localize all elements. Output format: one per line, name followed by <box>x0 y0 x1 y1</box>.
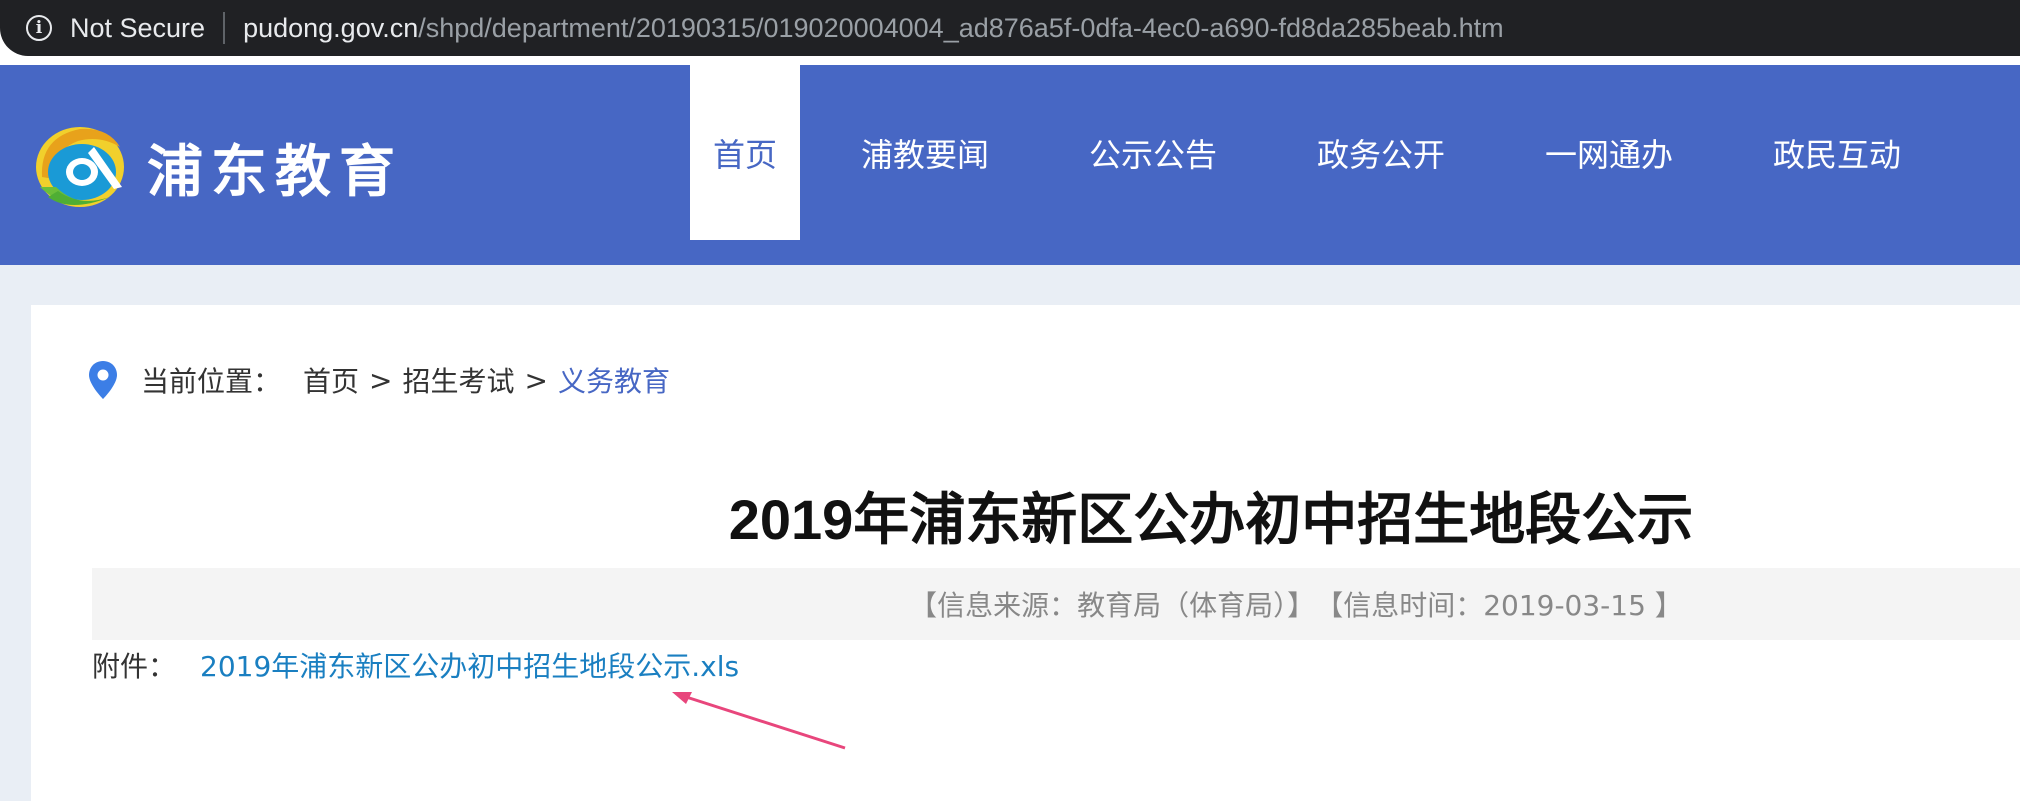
breadcrumb-compulsory-education[interactable]: 义务教育 <box>558 360 670 400</box>
nav-announcements[interactable]: 公示公告 <box>1050 65 1256 240</box>
site-header: 浦东教育 首页 浦教要闻 公示公告 政务公开 一网通办 政民互动 <box>0 65 2020 265</box>
breadcrumb-label: 当前位置： <box>141 365 282 398</box>
breadcrumb-enrollment-exams[interactable]: 招生考试 <box>403 360 515 400</box>
breadcrumb-home[interactable]: 首页 <box>303 360 359 400</box>
article-title: 2019年浦东新区公办初中招生地段公示 <box>728 488 1694 551</box>
nav-government-affairs[interactable]: 政务公开 <box>1256 65 1506 240</box>
breadcrumb-separator: > <box>369 363 393 397</box>
security-status[interactable]: Not Secure <box>70 13 205 44</box>
nav-pujiao-news[interactable]: 浦教要闻 <box>800 65 1050 240</box>
nav-home[interactable]: 首页 <box>690 65 800 240</box>
breadcrumb-separator: > <box>524 363 548 397</box>
info-source: 【信息来源：教育局（体育局）】 <box>909 589 1316 622</box>
pudong-education-logo-icon[interactable] <box>30 117 130 212</box>
omnibox-divider <box>223 12 226 44</box>
article-container: 当前位置： 首页 > 招生考试 > 义务教育 2019年浦东新区公办初中招生地段… <box>31 305 2020 801</box>
omnibox[interactable]: i Not Secure pudong.gov.cn/shpd/departme… <box>0 0 2020 56</box>
site-name[interactable]: 浦东教育 <box>147 127 403 208</box>
breadcrumb: 当前位置： 首页 > 招生考试 > 义务教育 <box>87 360 670 400</box>
location-pin-icon <box>89 361 117 399</box>
main-nav: 首页 浦教要闻 公示公告 政务公开 一网通办 政民互动 <box>690 65 1962 240</box>
attachment-row: 附件： 2019年浦东新区公办初中招生地段公示.xls <box>92 645 739 685</box>
info-time: 【信息时间：2019-03-15 】 <box>1315 589 1683 622</box>
url-text[interactable]: pudong.gov.cn/shpd/department/20190315/0… <box>243 13 1504 44</box>
info-icon[interactable]: i <box>26 15 52 41</box>
url-host: pudong.gov.cn <box>243 12 419 43</box>
article-meta: 【信息来源：教育局（体育局）】 【信息时间：2019-03-15 】 <box>92 568 2020 640</box>
attachment-label: 附件： <box>92 650 177 683</box>
browser-address-bar: i Not Secure pudong.gov.cn/shpd/departme… <box>0 0 2020 65</box>
nav-public-interaction[interactable]: 政民互动 <box>1712 65 1962 240</box>
url-path: /shpd/department/20190315/019020004004_a… <box>418 12 1504 43</box>
nav-online-services[interactable]: 一网通办 <box>1506 65 1712 240</box>
attachment-download-link[interactable]: 2019年浦东新区公办初中招生地段公示.xls <box>200 645 739 685</box>
